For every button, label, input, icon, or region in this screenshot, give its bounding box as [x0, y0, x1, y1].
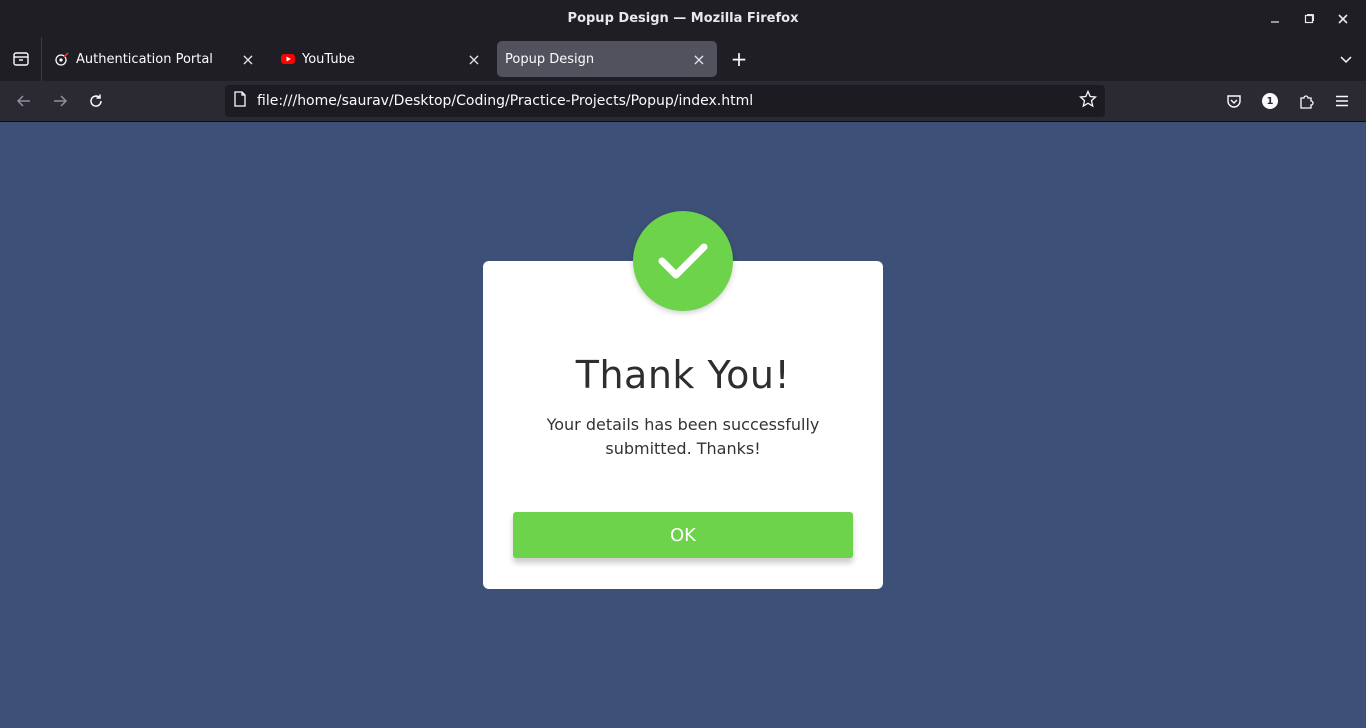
navigation-toolbar: file:///home/saurav/Desktop/Coding/Pract…: [0, 81, 1366, 122]
reload-icon[interactable]: [84, 89, 108, 113]
new-tab-icon[interactable]: +: [727, 47, 751, 71]
address-bar[interactable]: file:///home/saurav/Desktop/Coding/Pract…: [225, 85, 1105, 117]
tab-label: Popup Design: [505, 51, 595, 67]
close-tab-icon[interactable]: ×: [238, 49, 258, 69]
chevron-down-icon[interactable]: [1334, 47, 1358, 71]
minimize-icon[interactable]: [1258, 0, 1292, 37]
bookmark-star-icon[interactable]: [1078, 89, 1098, 112]
extension-badge-icon[interactable]: 1: [1258, 89, 1282, 113]
page-icon: [233, 91, 247, 111]
forward-arrow-icon[interactable]: [48, 89, 72, 113]
popup-heading: Thank You!: [575, 353, 791, 397]
page-content: Thank You! Your details has been success…: [0, 122, 1366, 728]
popup-message: Your details has been successfully submi…: [546, 415, 820, 458]
extensions-puzzle-icon[interactable]: [1294, 89, 1318, 113]
tab-youtube[interactable]: YouTube ×: [272, 41, 492, 77]
tab-label: Authentication Portal: [76, 51, 213, 67]
close-tab-icon[interactable]: ×: [689, 49, 709, 69]
window-controls: [1258, 0, 1360, 37]
tab-label: YouTube: [302, 51, 355, 67]
tab-authentication-portal[interactable]: Authentication Portal ×: [46, 41, 266, 77]
tab-strip: Authentication Portal × YouTube × Popup …: [0, 37, 1366, 81]
pocket-icon[interactable]: [1222, 89, 1246, 113]
window-titlebar: Popup Design — Mozilla Firefox: [0, 0, 1366, 37]
back-arrow-icon[interactable]: [12, 89, 36, 113]
hamburger-menu-icon[interactable]: [1330, 89, 1354, 113]
close-window-icon[interactable]: [1326, 0, 1360, 37]
portal-favicon-icon: [54, 51, 70, 67]
window-title: Popup Design — Mozilla Firefox: [567, 11, 799, 26]
maximize-icon[interactable]: [1292, 0, 1326, 37]
extension-badge-count: 1: [1266, 95, 1274, 107]
tab-popup-design[interactable]: Popup Design ×: [497, 41, 717, 77]
success-popup: Thank You! Your details has been success…: [483, 211, 883, 589]
ok-button[interactable]: OK: [513, 512, 853, 558]
checkmark-icon: [633, 211, 733, 311]
youtube-icon: [280, 51, 296, 67]
close-tab-icon[interactable]: ×: [464, 49, 484, 69]
url-text[interactable]: file:///home/saurav/Desktop/Coding/Pract…: [257, 93, 1079, 109]
firefox-view-icon[interactable]: [0, 37, 42, 81]
